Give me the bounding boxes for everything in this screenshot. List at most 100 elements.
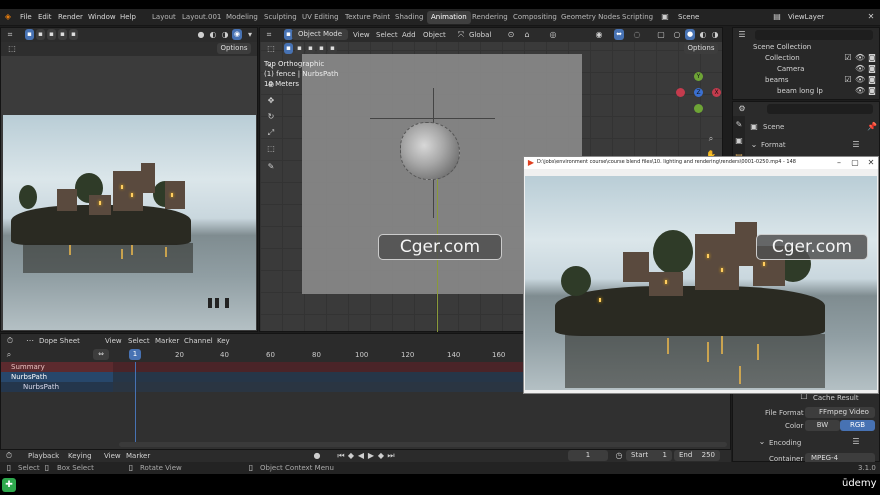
outliner-scene-collection[interactable]: Scene Collection	[753, 43, 811, 51]
menu-add[interactable]: Add	[402, 31, 416, 39]
tab-texture-paint[interactable]: Texture Paint	[345, 13, 390, 21]
record-icon[interactable]: ●	[312, 451, 322, 461]
cursor-tool-icon[interactable]: ⬚	[266, 44, 276, 54]
menu-view[interactable]: View	[353, 31, 370, 39]
menu-window[interactable]: Window	[88, 13, 116, 21]
editor-type-icon[interactable]: ⌗	[264, 30, 274, 40]
tab-geometry-nodes[interactable]: Geometry Nodes	[561, 13, 620, 21]
eye-icon[interactable]: 👁	[855, 53, 865, 63]
menu-file[interactable]: File	[20, 13, 32, 21]
cache-result-label[interactable]: Cache Result	[813, 394, 859, 402]
editor-type-icon[interactable]: ⏱	[5, 336, 15, 346]
selected-object[interactable]	[400, 122, 460, 180]
menu-key[interactable]: Key	[217, 337, 230, 345]
horizontal-scrollbar[interactable]	[119, 442, 727, 447]
close-viewlayer-icon[interactable]: ✕	[866, 12, 876, 22]
gizmo-toggle-icon[interactable]: ⬌	[614, 29, 624, 40]
channel-filter-button[interactable]: ⇔	[93, 349, 109, 360]
tab-shading[interactable]: Shading	[395, 13, 423, 21]
transform-orientation-icon[interactable]: ⤧	[456, 30, 466, 40]
select-mode-icon[interactable]: ▪	[295, 43, 304, 54]
left-options-button[interactable]: Options	[217, 43, 251, 54]
camera-restrict-icon[interactable]: ◙	[867, 86, 877, 96]
playback-menu[interactable]: Playback	[28, 452, 59, 460]
blender-logo-icon[interactable]: ◈	[3, 12, 13, 22]
shading-material-icon[interactable]: ◐	[208, 30, 218, 40]
object-mode-dropdown[interactable]: Object Mode	[292, 29, 348, 40]
scale-icon[interactable]: ⤢	[266, 128, 276, 138]
tab-animation[interactable]: Animation	[427, 11, 471, 24]
move-icon[interactable]: ✥	[266, 96, 276, 106]
shading-wire-icon[interactable]: ○	[672, 30, 682, 40]
maximize-icon[interactable]: ▢	[850, 158, 860, 168]
channel-summary[interactable]: Summary	[1, 362, 113, 372]
tool-tab-icon[interactable]: ✎	[734, 120, 744, 130]
gizmo-x-icon[interactable]: X	[712, 88, 721, 97]
checkbox-icon[interactable]: ☑	[843, 53, 853, 63]
select-mode-icon[interactable]: ▪	[306, 43, 315, 54]
outliner-camera[interactable]: Camera	[777, 65, 804, 73]
pin-icon[interactable]: 📌	[867, 122, 877, 132]
color-bw-button[interactable]: BW	[805, 420, 840, 431]
select-mode-4-icon[interactable]: ▪	[58, 29, 67, 40]
select-mode-3-icon[interactable]: ▪	[47, 29, 56, 40]
viewlayer-selector[interactable]: ViewLayer	[788, 13, 824, 21]
editor-type-icon[interactable]: ⌗	[5, 30, 15, 40]
camera-restrict-icon[interactable]: ◙	[867, 75, 877, 85]
select-mode-icon[interactable]: ▪	[328, 43, 337, 54]
jump-end-icon[interactable]: ⏭	[386, 451, 396, 461]
proportional-edit-icon[interactable]: ◎	[548, 30, 558, 40]
left-viewport[interactable]: ⌗ ▪ ▪ ▪ ▪ ▪ ● ◐ ◑ ◉ ▾ ⬚ Options	[0, 27, 258, 332]
tab-compositing[interactable]: Compositing	[513, 13, 557, 21]
clock-icon[interactable]: ◷	[614, 451, 624, 461]
video-player-titlebar[interactable]: ▶ D:\jobs\environment course\course blen…	[524, 157, 878, 169]
zoom-icon[interactable]: ⌕	[706, 134, 716, 144]
render-tab-icon[interactable]: ▣	[734, 136, 744, 146]
select-box-icon[interactable]: ▪	[284, 43, 293, 54]
gizmo-z-icon[interactable]: Z	[694, 88, 703, 97]
cursor-tool-icon[interactable]: ⬚	[7, 44, 17, 54]
shading-solid-icon[interactable]: ●	[196, 30, 206, 40]
channel-nurbspath-object[interactable]: NurbsPath	[1, 372, 113, 382]
select-mode-icon[interactable]: ▪	[25, 29, 34, 40]
minimize-icon[interactable]: –	[834, 158, 844, 168]
channel-nurbspath-data[interactable]: NurbsPath	[1, 382, 113, 392]
menu-edit[interactable]: Edit	[38, 13, 52, 21]
marker-menu[interactable]: Marker	[126, 452, 150, 460]
tab-layout[interactable]: Layout	[152, 13, 176, 21]
properties-editor-icon[interactable]: ⚙	[737, 104, 747, 114]
shading-rendered-icon[interactable]: ◑	[710, 30, 720, 40]
play-icon[interactable]: ▶	[366, 451, 376, 461]
preset-list-icon[interactable]: ☰	[851, 437, 861, 447]
annotate-icon[interactable]: ✎	[266, 162, 276, 172]
dopesheet-mode-dropdown[interactable]: Dope Sheet	[39, 337, 80, 345]
current-frame-indicator[interactable]: 1	[129, 349, 141, 360]
tab-uv-editing[interactable]: UV Editing	[302, 13, 339, 21]
shading-solid-icon[interactable]: ●	[685, 29, 695, 40]
select-mode-icon[interactable]: ▪	[317, 43, 326, 54]
center-options-button[interactable]: Options	[684, 43, 718, 54]
select-mode-2-icon[interactable]: ▪	[36, 29, 45, 40]
transform-icon[interactable]: ⬚	[266, 144, 276, 154]
menu-channel[interactable]: Channel	[184, 337, 213, 345]
shading-active-icon[interactable]: ◉	[232, 29, 242, 40]
tab-sculpting[interactable]: Sculpting	[264, 13, 297, 21]
view-menu[interactable]: View	[104, 452, 121, 460]
transform-orientation-dropdown[interactable]: Global	[469, 31, 491, 39]
xray-icon[interactable]: ▢	[656, 30, 666, 40]
shading-rendered-icon[interactable]: ◑	[220, 30, 230, 40]
snap-icon[interactable]: ⌂	[522, 30, 532, 40]
menu-select[interactable]: Select	[128, 337, 150, 345]
play-reverse-icon[interactable]: ◀	[356, 451, 366, 461]
panel-collapse-icon[interactable]: ⌄	[749, 140, 759, 150]
keying-menu[interactable]: Keying	[68, 452, 92, 460]
panel-collapse-icon[interactable]: ⌄	[757, 437, 767, 447]
menu-view[interactable]: View	[105, 337, 122, 345]
visibility-icon[interactable]: ◉	[594, 30, 604, 40]
prev-keyframe-icon[interactable]: ◆	[346, 451, 356, 461]
gizmo-x-neg-icon[interactable]	[676, 88, 685, 97]
playhead-line[interactable]	[135, 362, 136, 442]
outliner-search-input[interactable]	[755, 30, 873, 40]
search-icon[interactable]: ⌕	[4, 350, 14, 360]
menu-object[interactable]: Object	[423, 31, 446, 39]
